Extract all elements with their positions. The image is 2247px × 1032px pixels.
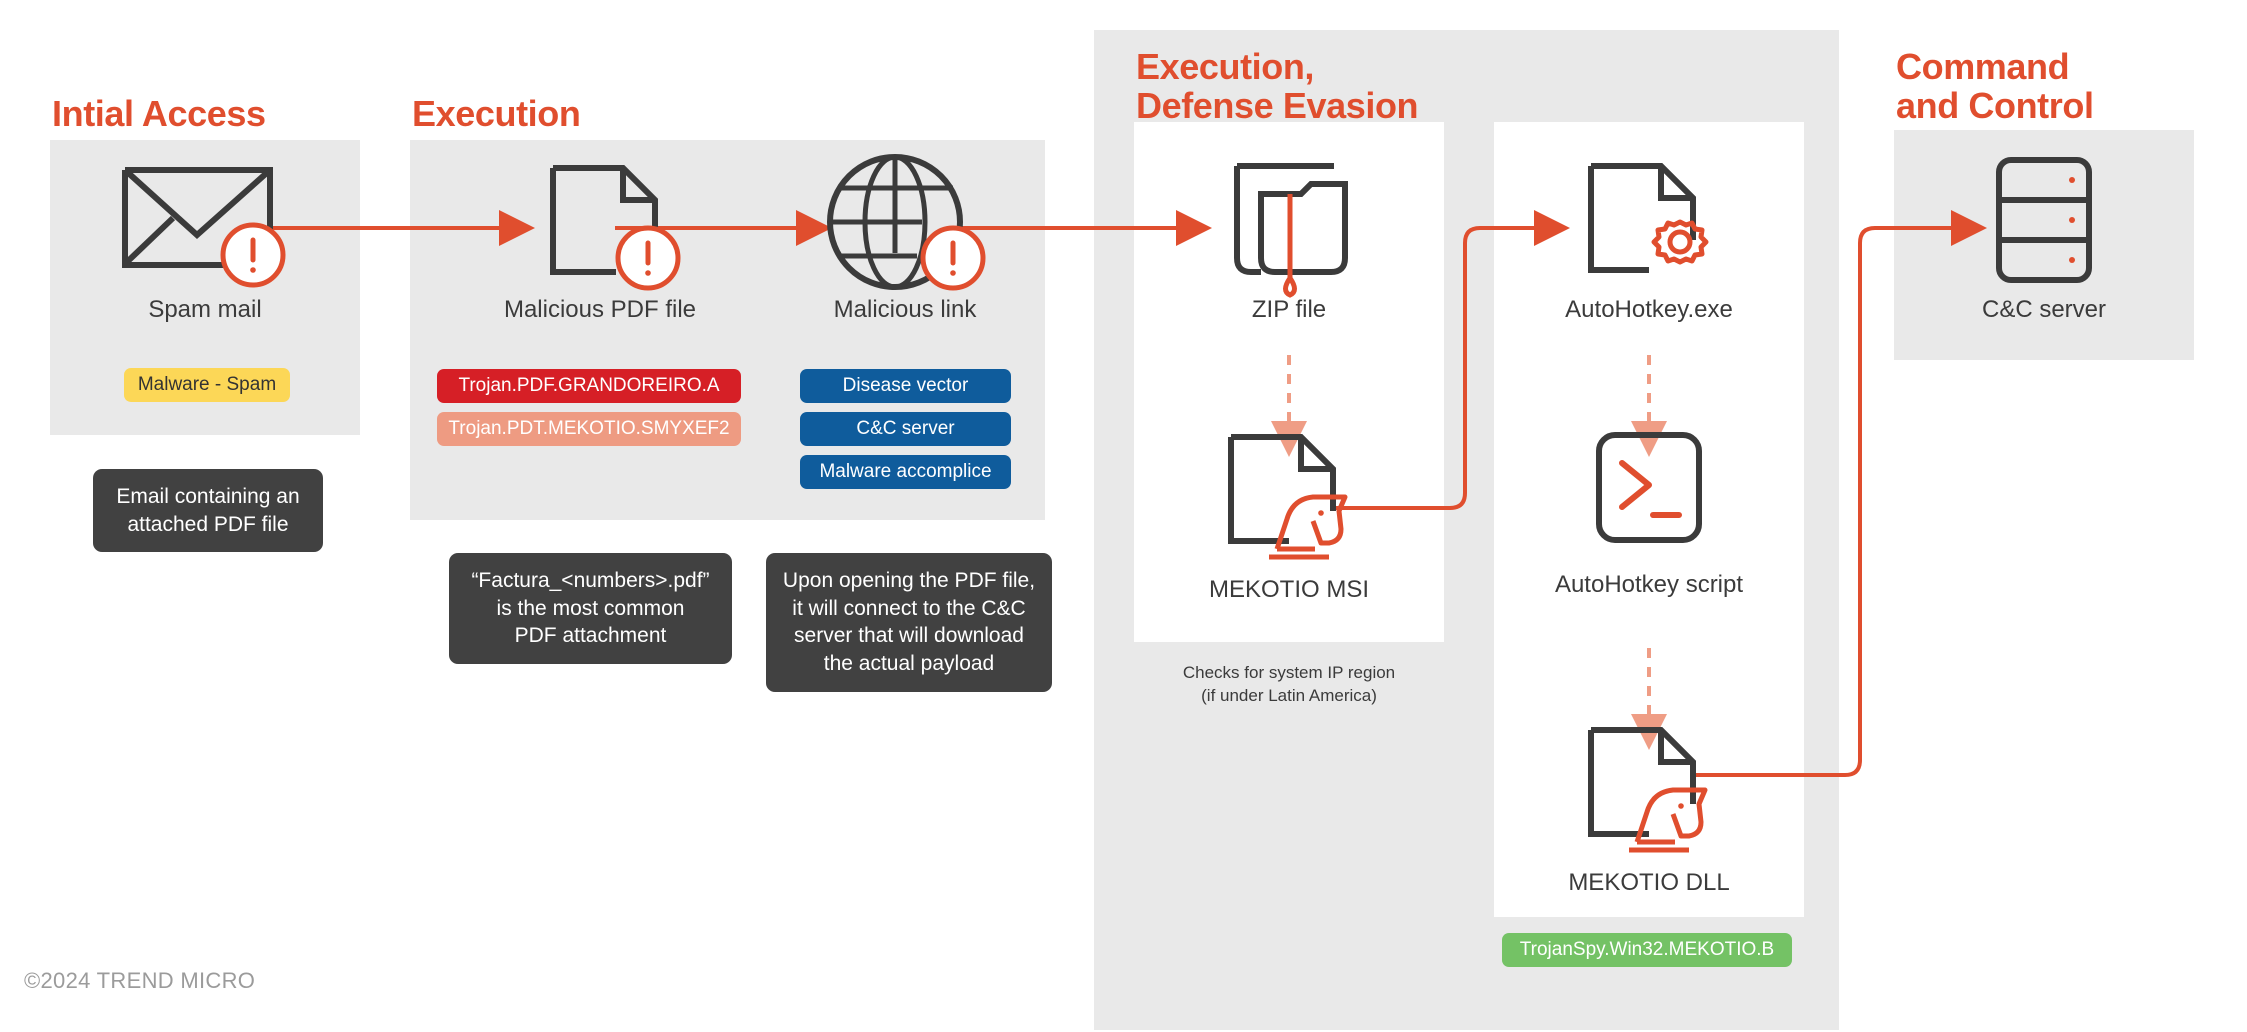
column-title-command-and-control: Command and Control	[1896, 46, 2094, 126]
node-label-autohotkey-exe: AutoHotkey.exe	[1565, 296, 1733, 323]
badge-cnc-server: C&C server	[800, 412, 1011, 446]
document-gear-icon	[1588, 163, 1709, 273]
server-rack-icon	[1996, 157, 2092, 283]
folder-drip-icon	[1234, 163, 1348, 298]
node-label-mekotio-dll: MEKOTIO DLL	[1568, 869, 1730, 896]
badge-trojan-pdt-mekotio: Trojan.PDT.MEKOTIO.SMYXEF2	[437, 412, 741, 446]
badge-disease-vector: Disease vector	[800, 369, 1011, 403]
node-label-zip-file: ZIP file	[1251, 296, 1327, 323]
node-label-spam-mail: Spam mail	[148, 296, 262, 323]
node-autohotkey-script[interactable]: AutoHotkey script	[1549, 425, 1749, 599]
badge-malware-spam: Malware - Spam	[124, 368, 290, 402]
document-alert-icon	[550, 165, 681, 291]
caption-ip-region-check: Checks for system IP region (if under La…	[1182, 663, 1396, 705]
badge-trojanspy-win32-mekotio: TrojanSpy.Win32.MEKOTIO.B	[1502, 933, 1792, 967]
node-malicious-link[interactable]: Malicious link	[805, 150, 1005, 324]
tooltip-factura-attachment: “Factura_<numbers>.pdf” is the most comm…	[449, 553, 732, 665]
node-label-malicious-pdf: Malicious PDF file	[503, 296, 697, 323]
column-title-execution-defense-evasion: Execution, Defense Evasion	[1136, 46, 1419, 126]
globe-alert-icon	[827, 154, 986, 291]
node-mekotio-dll[interactable]: MEKOTIO DLL	[1549, 718, 1749, 897]
node-label-malicious-link: Malicious link	[833, 296, 977, 323]
tooltip-cnc-payload: Upon opening the PDF file, it will conne…	[766, 553, 1052, 692]
node-spam-mail[interactable]: Spam mail	[105, 150, 305, 324]
node-zip-file[interactable]: ZIP file	[1189, 150, 1389, 324]
node-autohotkey-exe[interactable]: AutoHotkey.exe	[1549, 150, 1749, 324]
badge-trojan-pdf-grandoreiro: Trojan.PDF.GRANDOREIRO.A	[437, 369, 741, 403]
node-mekotio-msi[interactable]: MEKOTIO MSI	[1189, 425, 1389, 604]
tooltip-email-attachment: Email containing an attached PDF file	[93, 469, 323, 553]
terminal-icon	[1596, 432, 1702, 543]
copyright-footer: ©2024 TREND MICRO	[24, 968, 256, 993]
envelope-alert-icon	[122, 167, 286, 288]
node-cnc-server[interactable]: C&C server	[1944, 150, 2144, 324]
node-label-autohotkey-script: AutoHotkey script	[1554, 571, 1744, 598]
document-trojan-horse-icon	[1228, 434, 1348, 560]
node-label-cnc-server: C&C server	[1981, 296, 2107, 323]
column-title-initial-access: Intial Access	[52, 93, 266, 134]
node-label-mekotio-msi: MEKOTIO MSI	[1208, 576, 1369, 603]
document-trojan-horse-icon	[1588, 727, 1708, 853]
node-malicious-pdf[interactable]: Malicious PDF file	[500, 150, 700, 324]
badge-malware-accomplice: Malware accomplice	[800, 455, 1011, 489]
column-title-execution: Execution	[412, 93, 581, 134]
